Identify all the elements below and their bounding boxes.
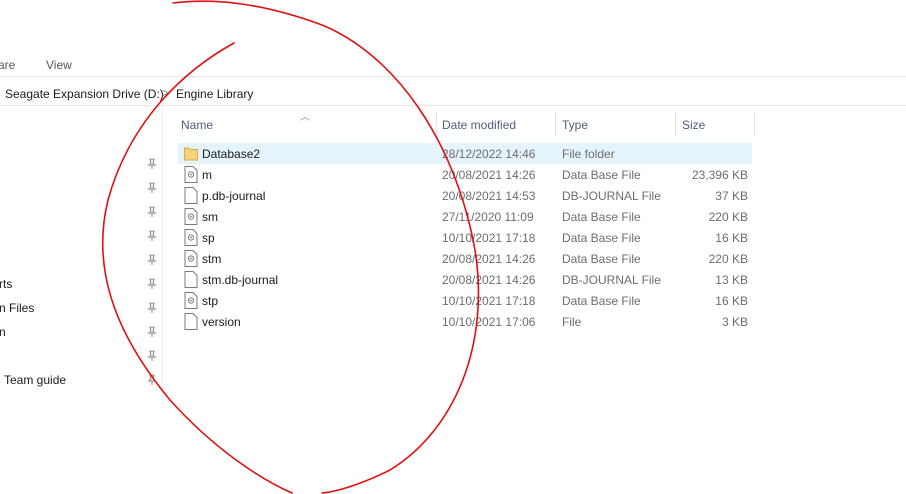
ribbon-tab-share[interactable]: are (0, 58, 15, 72)
file-row[interactable]: stp 10/10/2021 17:18 Data Base File 16 K… (178, 290, 752, 311)
file-type: DB-JOURNAL File (562, 273, 661, 287)
column-divider[interactable] (754, 112, 755, 136)
nav-item-team-guide[interactable]: Team guide (4, 373, 66, 387)
pin-icon[interactable] (146, 374, 158, 386)
pin-icon[interactable] (146, 326, 158, 338)
file-size: 37 KB (715, 189, 748, 203)
column-header-type[interactable]: Type (556, 112, 674, 138)
file-type: File folder (562, 147, 615, 161)
pin-icon[interactable] (146, 206, 158, 218)
file-name: version (202, 315, 241, 329)
pin-icon[interactable] (146, 182, 158, 194)
file-type: Data Base File (562, 168, 641, 182)
file-name: stm.db-journal (202, 273, 279, 287)
file-name: p.db-journal (202, 189, 266, 203)
file-name: Database2 (202, 147, 261, 161)
pin-icon[interactable] (146, 230, 158, 242)
file-size: 13 KB (715, 273, 748, 287)
file-name: m (202, 168, 212, 182)
file-type: Data Base File (562, 210, 641, 224)
file-row[interactable]: m 20/08/2021 14:26 Data Base File 23,396… (178, 164, 752, 185)
file-type: Data Base File (562, 231, 641, 245)
file-size: 16 KB (715, 231, 748, 245)
file-row[interactable]: stm 20/08/2021 14:26 Data Base File 220 … (178, 248, 752, 269)
file-size: 23,396 KB (691, 168, 748, 182)
blank-file-icon (184, 187, 198, 204)
pin-icon[interactable] (146, 158, 158, 170)
file-type: Data Base File (562, 252, 641, 266)
pin-icon[interactable] (146, 302, 158, 314)
file-name: sm (202, 210, 218, 224)
database-file-icon (184, 292, 198, 309)
column-header-size[interactable]: Size (676, 112, 754, 138)
breadcrumb-engine-library[interactable]: Engine Library (176, 87, 253, 101)
column-header-date[interactable]: Date modified (437, 112, 555, 138)
file-date: 20/08/2021 14:26 (442, 168, 536, 182)
file-size: 220 KB (708, 252, 748, 266)
file-name: stp (202, 294, 219, 308)
file-row[interactable]: sp 10/10/2021 17:18 Data Base File 16 KB (178, 227, 752, 248)
database-file-icon (184, 250, 198, 267)
file-size: 220 KB (708, 210, 748, 224)
file-row[interactable]: p.db-journal 20/08/2021 14:53 DB-JOURNAL… (178, 185, 752, 206)
column-header-name[interactable]: Name (178, 112, 436, 138)
database-file-icon (184, 166, 198, 183)
database-file-icon (184, 229, 198, 246)
blank-file-icon (184, 313, 198, 330)
file-date: 20/08/2021 14:26 (442, 273, 536, 287)
address-bar[interactable]: Seagate Expansion Drive (D:) > Engine Li… (0, 83, 906, 106)
file-date: 20/08/2021 14:26 (442, 252, 536, 266)
file-date: 20/08/2021 14:53 (442, 189, 536, 203)
ribbon-tab-view[interactable]: View (46, 58, 72, 72)
ribbon-tabs: are View (0, 56, 906, 76)
file-size: 16 KB (715, 294, 748, 308)
file-type: DB-JOURNAL File (562, 189, 661, 203)
file-name: stm (202, 252, 222, 266)
pin-icon[interactable] (146, 254, 158, 266)
file-type: File (562, 315, 582, 329)
file-row[interactable]: sm 27/11/2020 11:09 Data Base File 220 K… (178, 206, 752, 227)
pane-divider[interactable] (162, 106, 163, 406)
file-date: 27/11/2020 11:09 (442, 210, 534, 224)
file-date: 28/12/2022 14:46 (442, 147, 536, 161)
file-type: Data Base File (562, 294, 641, 308)
nav-item-reports[interactable]: rts (0, 277, 12, 291)
file-date: 10/10/2021 17:06 (442, 315, 536, 329)
file-name: sp (202, 231, 215, 245)
breadcrumb-drive[interactable]: Seagate Expansion Drive (D:) (5, 87, 164, 101)
file-date: 10/10/2021 17:18 (442, 294, 536, 308)
ribbon-divider (0, 76, 906, 77)
file-row[interactable]: stm.db-journal 20/08/2021 14:26 DB-JOURN… (178, 269, 752, 290)
navigation-pane: rts n Files n Team guide (0, 106, 162, 494)
pin-icon[interactable] (146, 350, 158, 362)
breadcrumb-separator[interactable]: > (162, 86, 169, 100)
blank-file-icon (184, 271, 198, 288)
file-size: 3 KB (721, 315, 748, 329)
file-date: 10/10/2021 17:18 (442, 231, 536, 245)
nav-item-n[interactable]: n (0, 325, 6, 339)
pin-icon[interactable] (146, 278, 158, 290)
database-file-icon (184, 208, 198, 225)
file-row[interactable]: Database2 28/12/2022 14:46 File folder (178, 143, 752, 164)
file-row[interactable]: version 10/10/2021 17:06 File 3 KB (178, 311, 752, 332)
nav-item-files[interactable]: n Files (0, 301, 34, 315)
folder-icon (184, 147, 198, 161)
